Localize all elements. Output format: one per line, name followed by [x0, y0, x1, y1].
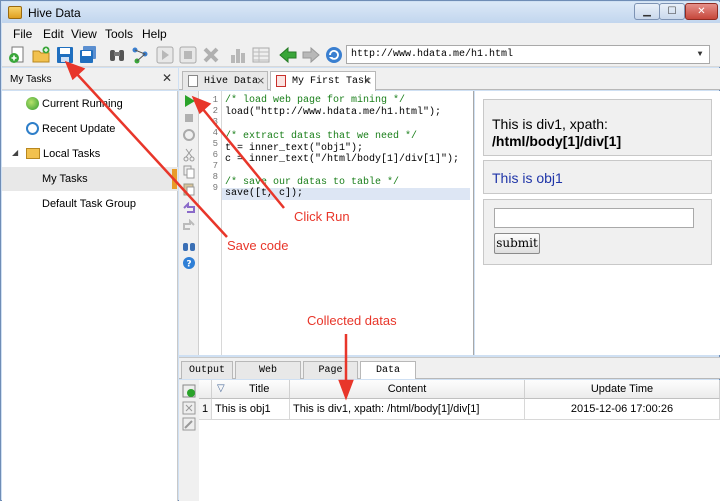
save-code-arrow [75, 72, 228, 238]
save-code-annotation: Save code [227, 238, 289, 253]
application-window: Hive Data ▁ ☐ ✕ File Edit View Tools Hel… [0, 0, 720, 501]
click-run-arrowhead [191, 95, 212, 115]
collected-datas-arrowhead [338, 379, 354, 401]
collected-datas-annotation: Collected datas [307, 313, 397, 328]
click-run-arrow [201, 107, 285, 209]
click-run-annotation: Click Run [294, 209, 350, 224]
annotation-arrows [64, 60, 354, 401]
save-code-arrowhead [64, 60, 86, 81]
